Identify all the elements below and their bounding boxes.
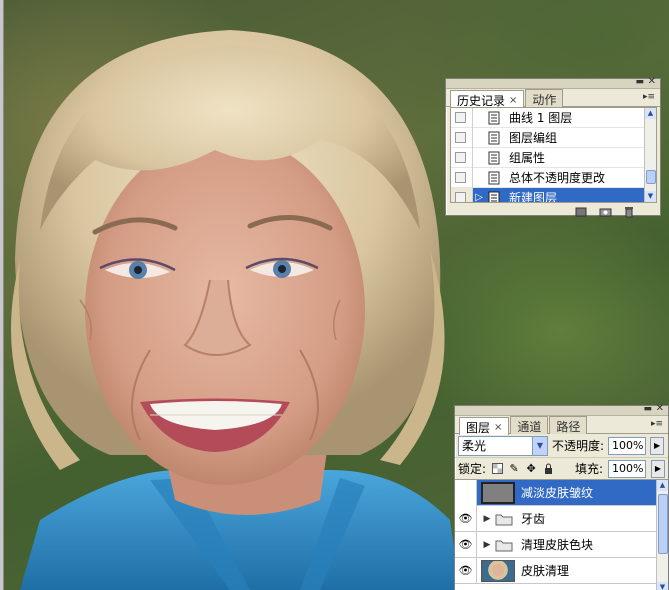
tab-channels[interactable]: 通道	[510, 416, 549, 434]
history-item-label: 曲线 1 图层	[509, 111, 573, 125]
history-footer	[446, 203, 660, 221]
canvas-edge	[0, 0, 4, 590]
blend-options-row: 柔光 ▼ 不透明度: 100% ▶	[455, 434, 668, 458]
layer-name: 皮肤清理	[521, 564, 570, 578]
tab-label: 路径	[556, 419, 581, 434]
blend-mode-select[interactable]: 柔光 ▼	[458, 435, 548, 456]
close-tab-icon[interactable]: ×	[509, 94, 517, 108]
history-item[interactable]: 曲线 1 图层	[451, 108, 656, 128]
history-panel: ▬ ✕ 历史记录 × 动作 ▸≡ 曲线 1 图层 图层编组 组属性 总体不透明度…	[445, 76, 661, 218]
history-state-icon	[485, 128, 503, 148]
history-state-slider-icon[interactable]: ▷	[473, 192, 485, 202]
opacity-label: 不透明度:	[552, 439, 605, 453]
history-item[interactable]: 总体不透明度更改	[451, 167, 656, 188]
layer-name: 减淡皮肤皱纹	[521, 486, 594, 500]
close-icon[interactable]: ✕	[656, 403, 664, 414]
layer-group-row[interactable]: 👁 ▶ 清理皮肤色块	[455, 531, 668, 558]
layer-group-row[interactable]: 👁 ▶ 牙齿	[455, 505, 668, 532]
layer-row-selected[interactable]: 👁 减淡皮肤皱纹	[455, 480, 668, 506]
history-item[interactable]: 组属性	[451, 147, 656, 168]
chevron-down-icon[interactable]: ▼	[532, 436, 547, 455]
trash-icon[interactable]	[622, 206, 636, 218]
scroll-up-icon[interactable]: ▲	[657, 480, 668, 491]
layer-thumbnail-photo	[481, 559, 515, 582]
scroll-down-icon[interactable]: ▼	[657, 582, 668, 590]
history-state-icon	[485, 108, 503, 128]
folder-icon	[495, 540, 513, 551]
eye-icon[interactable]: 👁	[455, 557, 477, 584]
panel-menu-icon[interactable]: ▸≡	[649, 418, 665, 431]
layers-panel: ▬ ✕ 图层 × 通道 路径 ▸≡ 柔光 ▼ 不透明度: 100% ▶ 锁定: …	[454, 403, 669, 590]
lock-brush-icon[interactable]: ✎	[508, 462, 520, 475]
scroll-thumb[interactable]	[646, 170, 656, 184]
lock-all-icon[interactable]	[542, 463, 554, 475]
fill-label: 填充:	[574, 462, 603, 476]
layer-name: 清理皮肤色块	[521, 538, 594, 552]
tab-actions[interactable]: 动作	[525, 89, 564, 107]
lock-transparent-icon[interactable]	[491, 463, 503, 475]
tab-label: 通道	[517, 419, 542, 434]
eye-icon[interactable]: 👁	[455, 505, 477, 532]
eye-icon[interactable]: 👁	[455, 480, 477, 506]
tab-label: 动作	[532, 92, 557, 107]
scroll-thumb[interactable]	[658, 494, 668, 554]
close-icon[interactable]: ✕	[648, 76, 656, 87]
history-item-label: 图层编组	[509, 131, 558, 145]
history-item-label: 总体不透明度更改	[509, 171, 606, 185]
minimize-icon[interactable]: ▬	[635, 77, 644, 87]
layers-scrollbar[interactable]: ▲ ▼	[656, 480, 668, 590]
history-state-icon	[485, 168, 503, 188]
tab-history[interactable]: 历史记录 ×	[450, 90, 525, 108]
folder-icon	[495, 514, 513, 525]
panel-titlebar[interactable]: ▬ ✕	[455, 403, 668, 416]
layers-tabbar: 图层 × 通道 路径 ▸≡	[455, 416, 668, 435]
tab-layers[interactable]: 图层 ×	[459, 417, 510, 435]
layer-row[interactable]: 👁 皮肤清理	[455, 557, 668, 584]
opacity-input[interactable]: 100%	[608, 436, 647, 455]
expand-triangle-icon[interactable]: ▶	[481, 514, 493, 524]
panel-titlebar[interactable]: ▬ ✕	[446, 76, 660, 89]
history-item-label: 组属性	[509, 151, 546, 165]
history-state-icon	[485, 148, 503, 168]
close-tab-icon[interactable]: ×	[494, 421, 502, 435]
snapshot-source-checkbox[interactable]	[451, 187, 473, 202]
eye-icon[interactable]: 👁	[455, 531, 477, 558]
history-scrollbar[interactable]: ▲ ▼	[644, 108, 656, 202]
expand-triangle-icon[interactable]: ▶	[481, 540, 493, 550]
snapshot-source-checkbox[interactable]	[451, 127, 473, 148]
snapshot-source-checkbox[interactable]	[451, 108, 473, 128]
new-document-icon[interactable]	[574, 206, 588, 218]
tab-paths[interactable]: 路径	[549, 416, 588, 434]
layer-name: 牙齿	[521, 512, 546, 526]
lock-fill-row: 锁定: ✎ ✥ 填充: 100% ▶	[455, 458, 668, 480]
blend-mode-value: 柔光	[462, 438, 487, 453]
snapshot-source-checkbox[interactable]	[451, 167, 473, 188]
opacity-slider-icon[interactable]: ▶	[650, 436, 665, 455]
history-item[interactable]: 图层编组	[451, 127, 656, 148]
history-state-icon	[485, 188, 503, 202]
tab-label: 图层	[466, 420, 491, 435]
scroll-down-icon[interactable]: ▼	[645, 191, 656, 202]
fill-input[interactable]: 100%	[608, 459, 646, 478]
history-item-selected[interactable]: ▷ 新建图层	[451, 187, 656, 203]
minimize-icon[interactable]: ▬	[643, 404, 652, 414]
history-item-label: 新建图层	[509, 191, 558, 203]
lock-move-icon[interactable]: ✥	[525, 462, 537, 475]
history-tabbar: 历史记录 × 动作 ▸≡	[446, 89, 660, 108]
snapshot-icon[interactable]	[598, 206, 612, 218]
layer-list: 👁 减淡皮肤皱纹 👁 ▶ 牙齿 👁 ▶ 清理皮肤色块 👁 皮肤清理 ▲ ▼	[455, 480, 668, 590]
layer-thumbnail	[481, 481, 515, 504]
history-list: 曲线 1 图层 图层编组 组属性 总体不透明度更改 ▷ 新建图层 ▲ ▼	[450, 107, 657, 203]
panel-menu-icon[interactable]: ▸≡	[641, 91, 657, 104]
tab-label: 历史记录	[457, 93, 506, 108]
fill-slider-icon[interactable]: ▶	[651, 459, 665, 478]
scroll-up-icon[interactable]: ▲	[645, 108, 656, 119]
lock-label: 锁定:	[458, 462, 487, 476]
snapshot-source-checkbox[interactable]	[451, 147, 473, 168]
